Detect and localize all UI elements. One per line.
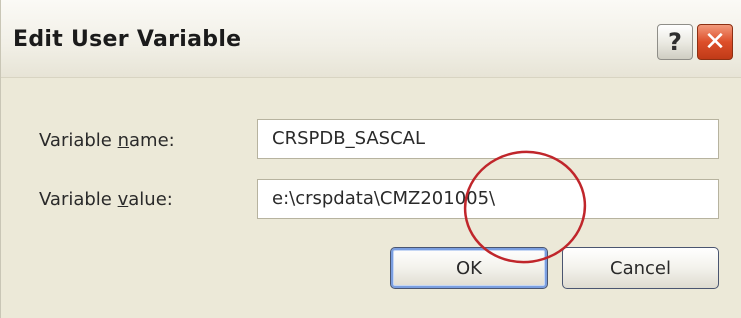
question-mark-icon: ? [668,28,682,56]
help-button[interactable]: ? [657,24,693,60]
variable-name-label-suffix: ame: [129,130,175,151]
ok-button[interactable]: OK [390,247,548,289]
variable-value-label: Variable value: [39,189,173,210]
variable-value-label-prefix: Variable [39,189,118,210]
cancel-button[interactable]: Cancel [562,247,719,289]
variable-value-label-suffix: alue: [128,189,173,210]
close-button[interactable]: ✕ [697,24,733,60]
variable-value-input[interactable]: e:\crspdata\CMZ201005\ [257,179,719,219]
variable-name-input[interactable]: CRSPDB_SASCAL [257,119,719,159]
variable-name-label-prefix: Variable [39,130,118,151]
title-bar[interactable]: Edit User Variable ? ✕ [1,0,741,78]
edit-user-variable-dialog: Edit User Variable ? ✕ Variable name: CR… [0,0,741,318]
dialog-title: Edit User Variable [13,27,242,52]
variable-name-label: Variable name: [39,130,175,151]
close-icon: ✕ [704,27,726,57]
variable-value-label-hotkey: v [117,189,129,210]
variable-name-label-hotkey: n [117,130,130,151]
